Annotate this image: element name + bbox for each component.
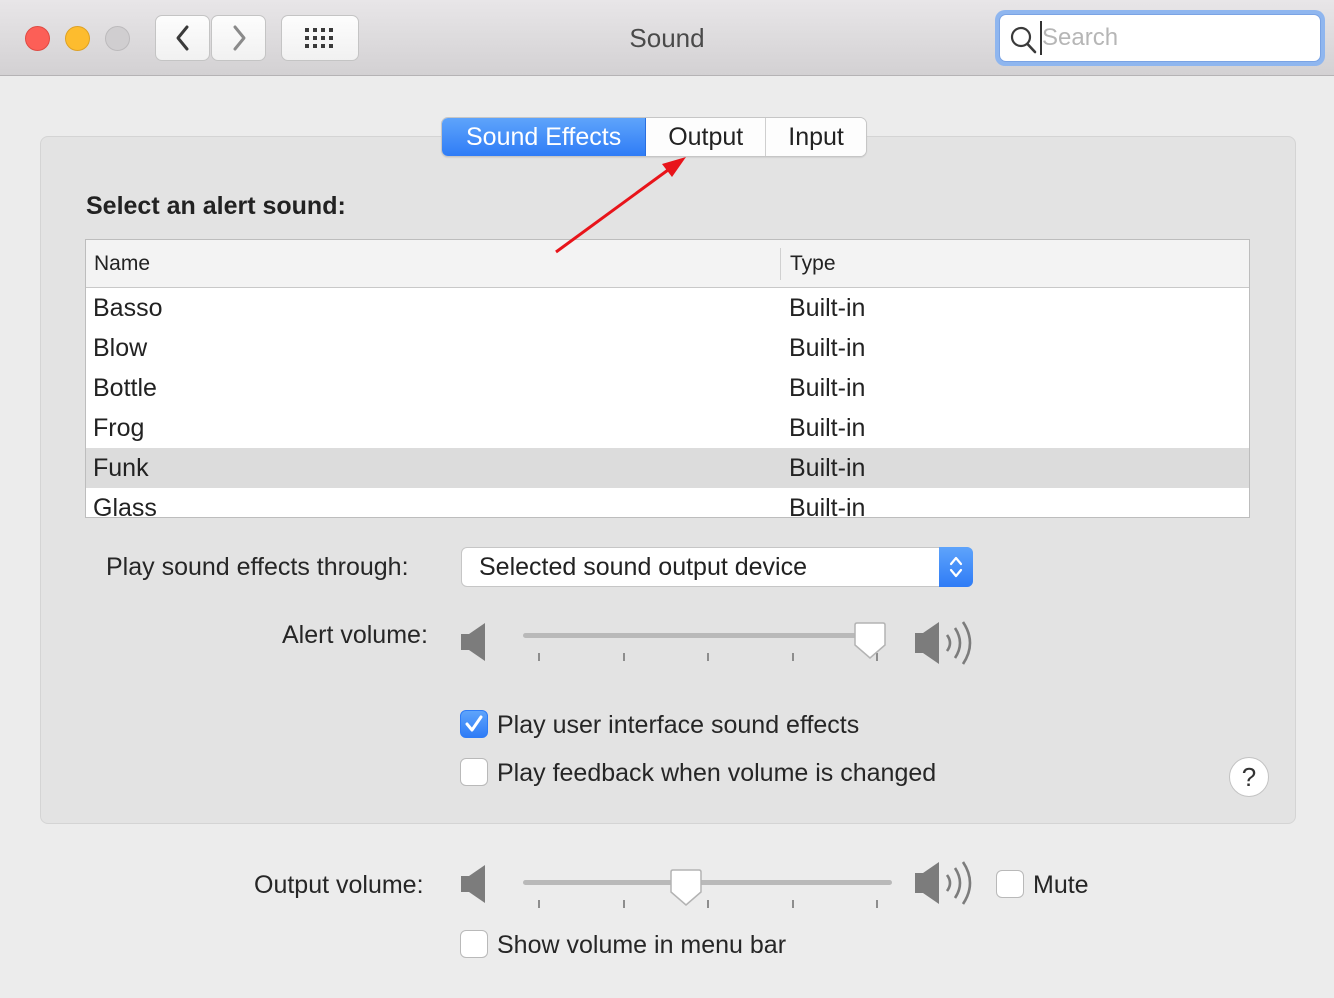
slider-tick xyxy=(707,653,709,661)
table-row[interactable]: Basso Built-in xyxy=(86,288,1249,328)
row-type: Built-in xyxy=(789,493,866,518)
search-icon xyxy=(1010,26,1037,54)
help-button[interactable]: ? xyxy=(1229,757,1269,797)
output-volume-label: Output volume: xyxy=(254,871,424,899)
menu-bar-checkbox[interactable] xyxy=(460,930,488,958)
feedback-label[interactable]: Play feedback when volume is changed xyxy=(497,759,936,788)
tab-sound-effects[interactable]: Sound Effects xyxy=(442,118,647,156)
slider-tick xyxy=(538,900,540,908)
mute-checkbox[interactable] xyxy=(996,870,1024,898)
feedback-checkbox[interactable] xyxy=(460,758,488,786)
slider-track xyxy=(523,880,892,885)
checkmark-icon xyxy=(465,715,483,732)
row-type: Built-in xyxy=(789,333,866,362)
alert-sound-heading: Select an alert sound: xyxy=(86,192,346,220)
row-type: Built-in xyxy=(789,413,866,442)
alert-volume-slider[interactable] xyxy=(523,622,886,664)
speaker-high-icon xyxy=(915,861,972,905)
row-name: Bottle xyxy=(93,373,157,402)
speaker-low-icon xyxy=(461,865,485,903)
table-row[interactable]: Bottle Built-in xyxy=(86,368,1249,408)
slider-knob[interactable] xyxy=(670,868,702,908)
table-row[interactable]: Glass Built-in xyxy=(86,488,1249,518)
row-type: Built-in xyxy=(789,373,866,402)
tab-bar: Sound Effects Output Input xyxy=(441,117,867,157)
row-name: Glass xyxy=(93,493,157,518)
row-name: Basso xyxy=(93,293,163,322)
table-row[interactable]: Frog Built-in xyxy=(86,408,1249,448)
slider-tick xyxy=(623,653,625,661)
slider-knob[interactable] xyxy=(854,621,886,661)
slider-tick xyxy=(623,900,625,908)
select-stepper[interactable] xyxy=(939,547,973,587)
table-row[interactable]: Blow Built-in xyxy=(86,328,1249,368)
slider-tick xyxy=(792,653,794,661)
speaker-low-icon xyxy=(461,623,485,661)
tab-output[interactable]: Output xyxy=(646,118,767,156)
slider-tick xyxy=(707,900,709,908)
column-header-type[interactable]: Type xyxy=(781,252,836,276)
row-type: Built-in xyxy=(789,453,866,482)
slider-tick xyxy=(538,653,540,661)
speaker-high-icon xyxy=(915,621,972,665)
slider-tick xyxy=(876,900,878,908)
search-field[interactable] xyxy=(995,10,1325,66)
play-through-select[interactable]: Selected sound output device xyxy=(461,547,973,587)
alert-volume-label: Alert volume: xyxy=(282,621,428,649)
chevron-up-down-icon xyxy=(949,556,963,578)
mute-label[interactable]: Mute xyxy=(1033,871,1089,900)
output-volume-slider[interactable] xyxy=(523,868,892,911)
table-row-selected[interactable]: Funk Built-in xyxy=(86,448,1249,488)
table-header: Name Type xyxy=(86,240,1249,288)
row-name: Frog xyxy=(93,413,145,442)
row-type: Built-in xyxy=(789,293,866,322)
slider-track xyxy=(523,633,878,638)
row-name: Funk xyxy=(93,453,149,482)
play-through-label: Play sound effects through: xyxy=(106,553,409,581)
ui-sounds-label[interactable]: Play user interface sound effects xyxy=(497,711,859,740)
tab-input[interactable]: Input xyxy=(766,118,866,156)
alert-sound-table[interactable]: Name Type Basso Built-in Blow Built-in B… xyxy=(85,239,1250,518)
title-bar: Sound xyxy=(0,0,1334,76)
ui-sounds-checkbox[interactable] xyxy=(460,710,488,738)
play-through-value: Selected sound output device xyxy=(479,553,808,581)
row-name: Blow xyxy=(93,333,148,362)
menu-bar-label[interactable]: Show volume in menu bar xyxy=(497,931,786,960)
search-input[interactable] xyxy=(1040,21,1310,55)
slider-tick xyxy=(792,900,794,908)
column-header-name[interactable]: Name xyxy=(86,247,781,280)
